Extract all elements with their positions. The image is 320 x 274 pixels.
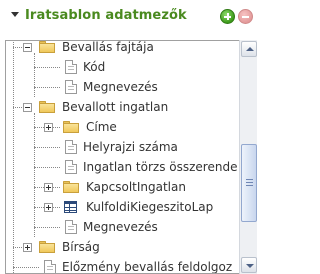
iratsablon-panel: Iratsablon adatmezők Bevallás fajtája Kó…: [0, 0, 257, 274]
page-icon: [65, 140, 77, 154]
scrollbar-thumb[interactable]: [241, 144, 257, 222]
tree-node-kod[interactable]: Kód: [6, 57, 240, 77]
tree-node-label: Megnevezés: [83, 80, 158, 94]
tree-node-helyrajzi-szama[interactable]: Helyrajzi száma: [6, 137, 240, 157]
folder-icon: [39, 101, 55, 113]
page-icon: [65, 80, 77, 94]
folder-icon: [63, 121, 79, 133]
page-icon: [44, 260, 56, 273]
collapse-toggle-icon[interactable]: [23, 43, 32, 52]
scroll-down-arrow-icon: [246, 264, 254, 268]
scroll-down-button[interactable]: [241, 257, 257, 273]
collapse-toggle-icon[interactable]: [23, 103, 32, 112]
tree-node-cime[interactable]: Címe: [6, 117, 240, 137]
tree-node-megnevezes-2[interactable]: Megnevezés: [6, 217, 240, 237]
tree-node-bevallott-ingatlan[interactable]: Bevallott ingatlan: [6, 97, 240, 237]
tree-node-kulfoldi-kiegeszito-lap[interactable]: KulfoldiKiegeszitoLap: [6, 197, 240, 217]
collapse-arrow-icon[interactable]: [11, 12, 19, 17]
tree-node-label: KulfoldiKiegeszitoLap: [86, 200, 214, 214]
tree-node-bevallas-fajtaja[interactable]: Bevallás fajtája: [6, 40, 240, 97]
panel-header: Iratsablon adatmezők: [0, 0, 257, 34]
expand-toggle-icon[interactable]: [44, 203, 53, 212]
tree-node-label: KapcsoltIngatlan: [86, 180, 186, 194]
tree-node-label: Ingatlan törzs összerende: [83, 160, 238, 174]
tree-node-label: Helyrajzi száma: [83, 140, 178, 154]
folder-icon: [39, 41, 55, 53]
tree-node-elozmeny-bevallas[interactable]: Előzmény bevallás feldolgoz: [6, 257, 240, 274]
tree-node-label: Bírság: [62, 240, 100, 254]
tree-node-label: Bevallás fajtája: [62, 40, 154, 54]
scroll-up-button[interactable]: [241, 41, 257, 57]
scroll-up-arrow-icon: [246, 47, 254, 51]
page-icon: [65, 60, 77, 74]
panel-title: Iratsablon adatmezők: [25, 8, 187, 23]
page-icon: [65, 160, 77, 174]
tree-node-label: Előzmény bevallás feldolgoz: [62, 260, 233, 274]
tree-node-megnevezes[interactable]: Megnevezés: [6, 77, 240, 97]
tree-node-label: Megnevezés: [83, 220, 158, 234]
tree-node-label: Bevallott ingatlan: [62, 100, 169, 114]
form-icon: [64, 201, 77, 213]
tree-node-ingatlan-torzs[interactable]: Ingatlan törzs összerende: [6, 157, 240, 177]
tree-node-label: Kód: [83, 60, 106, 74]
expand-toggle-icon[interactable]: [44, 183, 53, 192]
remove-button[interactable]: [238, 9, 253, 24]
add-button[interactable]: [220, 9, 235, 24]
page-icon: [65, 220, 77, 234]
folder-icon: [63, 181, 79, 193]
expand-toggle-icon[interactable]: [23, 243, 32, 252]
vertical-scrollbar[interactable]: [239, 40, 257, 274]
tree-node-kapcsolt-ingatlan[interactable]: KapcsoltIngatlan: [6, 177, 240, 197]
folder-icon: [39, 241, 55, 253]
tree-node-birsag[interactable]: Bírság: [6, 237, 240, 257]
tree-node-label: Címe: [86, 120, 117, 134]
tree-list: Bevallás fajtája Kód Megnevezés Bevallot…: [6, 40, 240, 274]
expand-toggle-icon[interactable]: [44, 123, 53, 132]
tree-view: Bevallás fajtája Kód Megnevezés Bevallot…: [5, 40, 257, 274]
